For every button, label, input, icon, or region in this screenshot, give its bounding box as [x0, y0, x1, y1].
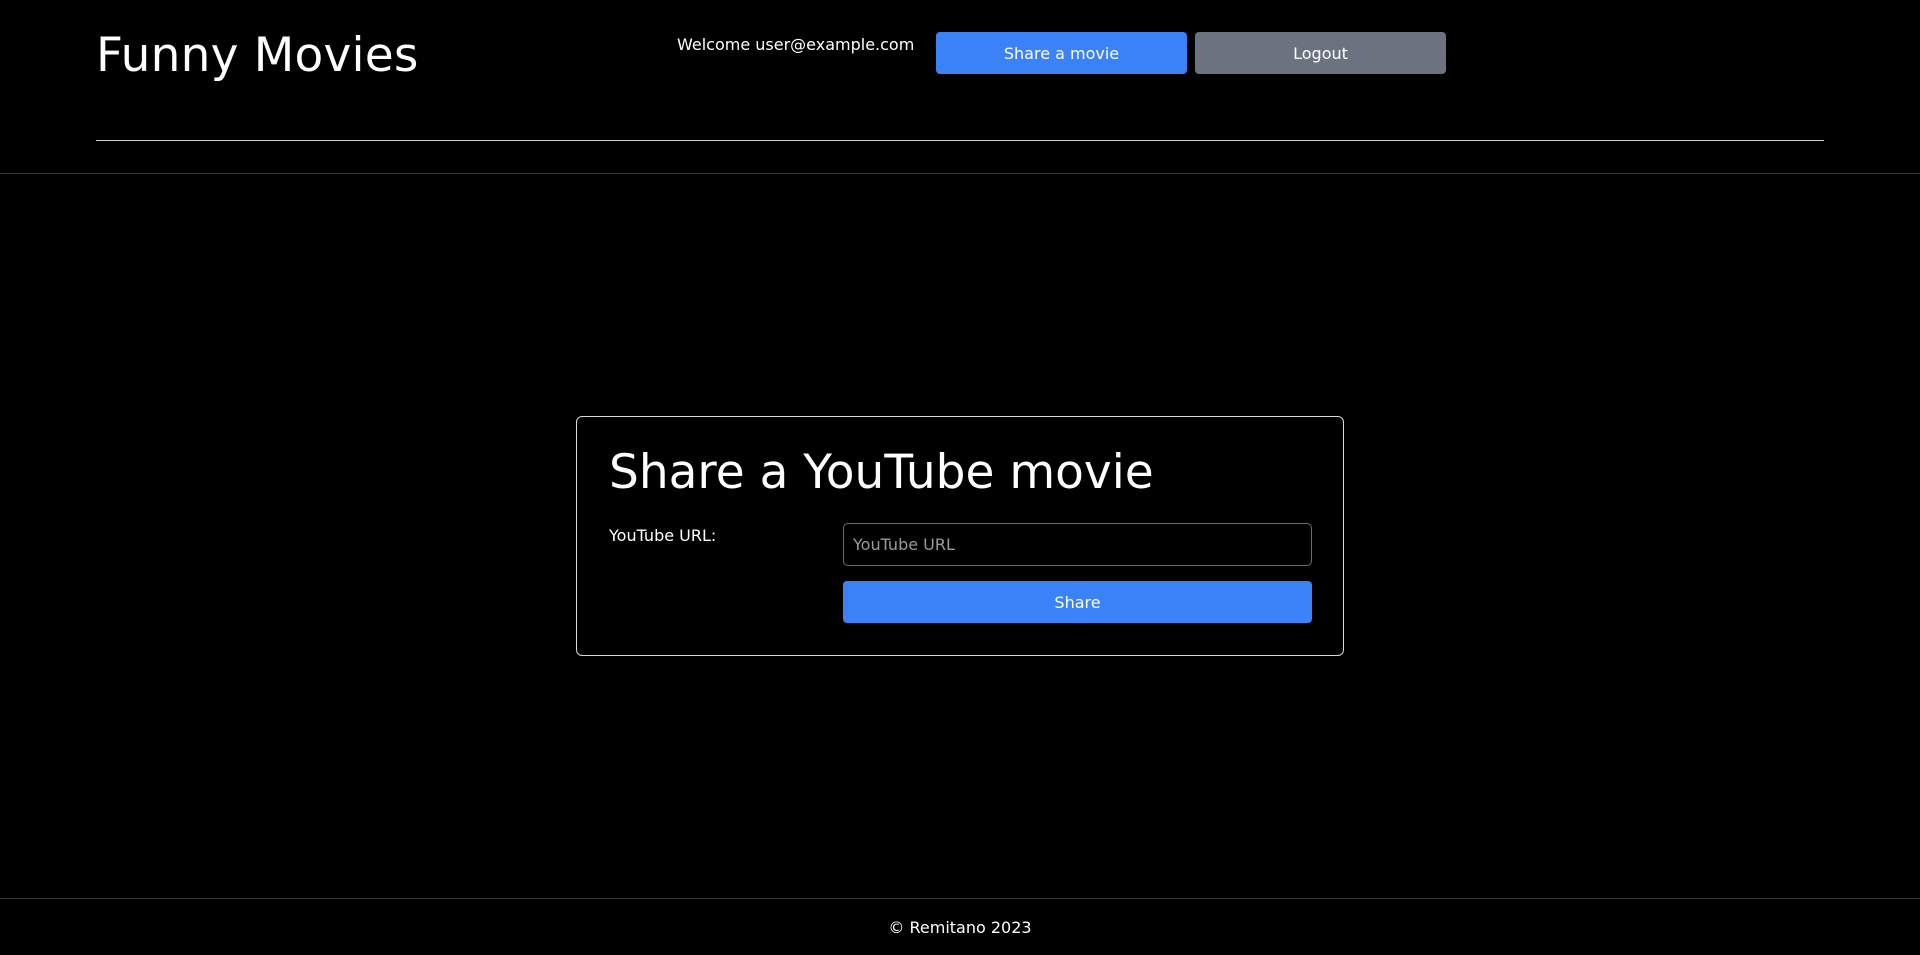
share-submit-button[interactable]: Share [843, 581, 1312, 623]
share-movie-form: Share a YouTube movie YouTube URL: Share [576, 416, 1344, 656]
youtube-url-input[interactable] [843, 523, 1312, 566]
share-movie-button[interactable]: Share a movie [936, 32, 1187, 74]
site-header: Funny Movies Welcome user@example.com Sh… [0, 0, 1920, 174]
welcome-message: Welcome user@example.com [677, 35, 915, 54]
header-divider [96, 140, 1824, 141]
logout-button[interactable]: Logout [1195, 32, 1446, 74]
copyright-text: © Remitano 2023 [888, 917, 1032, 937]
youtube-url-label: YouTube URL: [609, 526, 717, 545]
site-footer: © Remitano 2023 [0, 898, 1920, 955]
brand-title[interactable]: Funny Movies [96, 28, 419, 84]
form-title: Share a YouTube movie [609, 445, 1154, 500]
